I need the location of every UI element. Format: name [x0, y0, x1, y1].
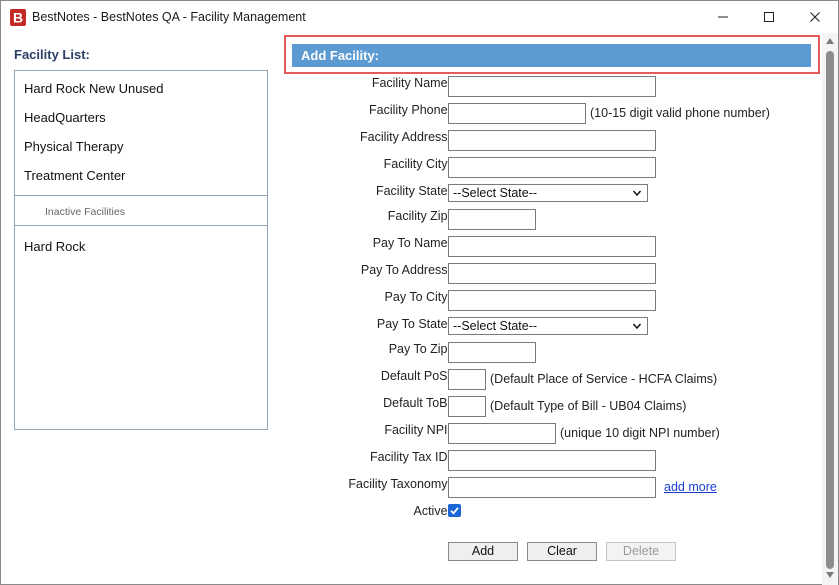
facility-list-item[interactable]: Hard Rock New Unused: [24, 81, 163, 96]
bestnotes-logo-icon: B: [10, 9, 26, 26]
add-more-link[interactable]: add more: [664, 480, 717, 494]
facility-phone-hint: (10-15 digit valid phone number): [590, 106, 770, 120]
minimize-button[interactable]: [700, 1, 746, 33]
pay-to-address-input[interactable]: [448, 263, 656, 284]
facility-state-select[interactable]: --Select State--: [448, 184, 648, 202]
facility-npi-hint: (unique 10 digit NPI number): [560, 426, 720, 440]
add-button[interactable]: Add: [448, 542, 518, 561]
facility-phone-label: Facility Phone:: [369, 103, 451, 117]
facility-phone-input[interactable]: [448, 103, 586, 124]
pay-to-city-label: Pay To City:: [384, 290, 451, 304]
facility-management-window: B BestNotes - BestNotes QA - Facility Ma…: [0, 0, 839, 585]
default-pos-input[interactable]: [448, 369, 486, 390]
chevron-down-icon: [632, 323, 642, 330]
pay-to-name-label: Pay To Name:: [372, 236, 451, 250]
facility-name-input[interactable]: [448, 76, 656, 97]
pay-to-name-input[interactable]: [448, 236, 656, 257]
inactive-facilities-label: Inactive Facilities: [45, 206, 125, 218]
close-icon: [810, 12, 820, 22]
delete-button[interactable]: Delete: [606, 542, 676, 561]
checkmark-icon: [450, 507, 459, 515]
minimize-icon: [718, 16, 728, 18]
facility-list-item[interactable]: Physical Therapy: [24, 139, 123, 154]
pay-to-address-label: Pay To Address:: [360, 263, 451, 277]
default-pos-hint: (Default Place of Service - HCFA Claims): [490, 372, 718, 386]
facility-zip-input[interactable]: [448, 209, 536, 230]
facility-list-label: Facility List:: [14, 47, 90, 62]
facility-list-item[interactable]: HeadQuarters: [24, 110, 106, 125]
list-divider: [15, 195, 267, 196]
pay-to-zip-input[interactable]: [448, 342, 536, 363]
add-facility-header: Add Facility:: [292, 44, 811, 67]
pay-to-state-value: --Select State--: [453, 319, 538, 333]
scrollbar-thumb[interactable]: [826, 51, 834, 569]
facility-city-input[interactable]: [448, 157, 656, 178]
default-tob-input[interactable]: [448, 396, 486, 417]
maximize-icon: [764, 12, 774, 22]
list-divider: [15, 225, 267, 226]
facility-address-input[interactable]: [448, 130, 656, 151]
default-pos-label: Default PoS:: [380, 369, 451, 383]
default-tob-hint: (Default Type of Bill - UB04 Claims): [490, 399, 687, 413]
facility-zip-label: Facility Zip:: [387, 209, 451, 223]
add-facility-panel: Add Facility: Facility Name: Facility Ph…: [282, 33, 822, 585]
scroll-up-arrow-icon[interactable]: [825, 37, 835, 45]
facility-state-value: --Select State--: [453, 186, 538, 200]
facility-city-label: Facility City:: [383, 157, 451, 171]
facility-taxonomy-label: Facility Taxonomy:: [348, 477, 451, 491]
maximize-button[interactable]: [746, 1, 792, 33]
pay-to-state-label: Pay To State:: [376, 317, 451, 331]
logo-letter: B: [13, 10, 23, 26]
facility-tax-id-label: Facility Tax ID:: [369, 450, 451, 464]
facility-list-item-inactive[interactable]: Hard Rock: [24, 239, 85, 254]
facility-tax-id-input[interactable]: [448, 450, 656, 471]
active-checkbox[interactable]: [448, 504, 461, 517]
title-bar[interactable]: B BestNotes - BestNotes QA - Facility Ma…: [1, 1, 838, 33]
facility-list: Hard Rock New Unused HeadQuarters Physic…: [14, 70, 268, 430]
facility-state-label: Facility State:: [375, 184, 451, 198]
chevron-down-icon: [632, 190, 642, 197]
default-tob-label: Default ToB:: [383, 396, 451, 410]
pay-to-city-input[interactable]: [448, 290, 656, 311]
clear-button[interactable]: Clear: [527, 542, 597, 561]
facility-npi-label: Facility NPI:: [384, 423, 451, 437]
facility-taxonomy-input[interactable]: [448, 477, 656, 498]
close-button[interactable]: [792, 1, 838, 33]
scroll-down-arrow-icon[interactable]: [825, 571, 835, 579]
facility-npi-input[interactable]: [448, 423, 556, 444]
pay-to-zip-label: Pay To Zip:: [388, 342, 451, 356]
facility-name-label: Facility Name:: [371, 76, 451, 90]
facility-list-item[interactable]: Treatment Center: [24, 168, 125, 183]
vertical-scrollbar[interactable]: [822, 33, 838, 585]
window-title: BestNotes - BestNotes QA - Facility Mana…: [32, 10, 306, 24]
active-label: Active:: [413, 504, 451, 518]
pay-to-state-select[interactable]: --Select State--: [448, 317, 648, 335]
facility-address-label: Facility Address:: [359, 130, 451, 144]
